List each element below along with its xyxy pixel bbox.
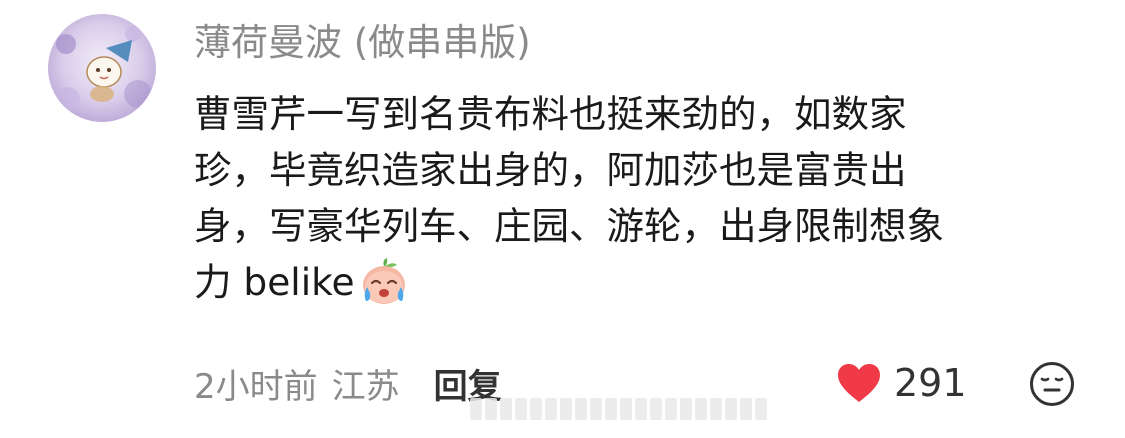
like-button[interactable]: 291 — [836, 358, 967, 408]
timestamp: 2小时前 — [194, 366, 318, 407]
comment-line: 力 belike — [194, 260, 355, 304]
comment-line: 身，写豪华列车、庄园、游轮，出身限制想象 — [194, 204, 944, 248]
reaction-button[interactable] — [1028, 360, 1076, 408]
avatar[interactable] — [48, 14, 156, 122]
comment-line: 曹雪芹一写到名贵布料也挺来劲的，如数家 — [194, 92, 907, 136]
comment-meta: 2小时前 江苏 回复 — [194, 358, 502, 408]
watermark — [470, 398, 767, 422]
comment-card: 薄荷曼波 (做串串版) 曹雪芹一写到名贵布料也挺来劲的，如数家 珍，毕竟织造家出… — [0, 0, 1125, 438]
neutral-face-icon — [1030, 362, 1074, 406]
comment-line-last: 力 belike — [194, 254, 1094, 310]
like-count: 291 — [894, 361, 967, 405]
username[interactable]: 薄荷曼波 (做串串版) — [194, 18, 531, 68]
crying-peach-emoji — [362, 258, 405, 304]
heart-icon[interactable] — [836, 362, 882, 404]
comment-text: 曹雪芹一写到名贵布料也挺来劲的，如数家 珍，毕竟织造家出身的，阿加莎也是富贵出 … — [194, 86, 1094, 310]
comment-line: 珍，毕竟织造家出身的，阿加莎也是富贵出 — [194, 148, 907, 192]
avatar-image — [48, 14, 156, 122]
location: 江苏 — [331, 366, 400, 407]
